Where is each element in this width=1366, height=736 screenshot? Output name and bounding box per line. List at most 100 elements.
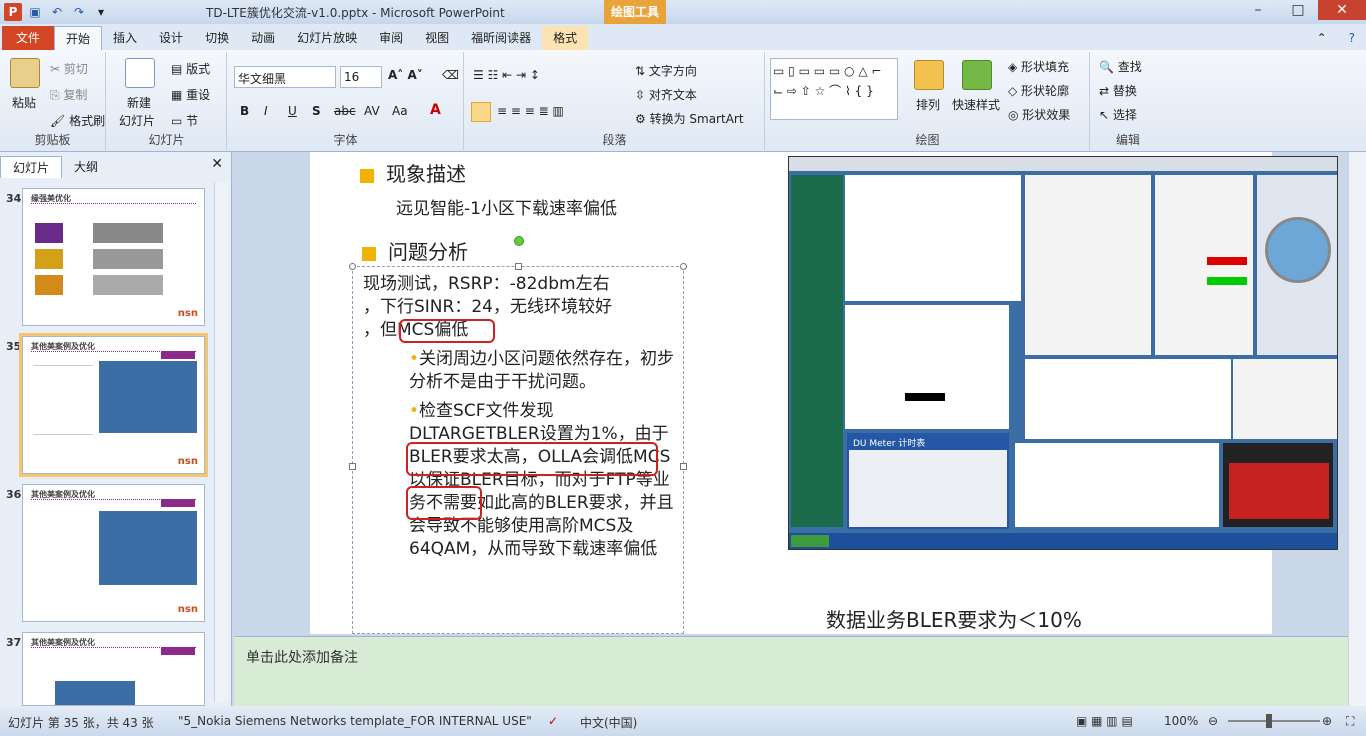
- cut-button[interactable]: ✂ 剪切: [50, 60, 88, 77]
- text-direction-button[interactable]: ⇅ 文字方向: [635, 62, 697, 79]
- clear-format-icon[interactable]: ⌫: [442, 68, 459, 82]
- clipboard-group-label: 剪贴板: [34, 133, 71, 147]
- slide-count-status: 幻灯片 第 35 张，共 43 张: [8, 716, 154, 730]
- slides-group-label: 幻灯片: [148, 133, 185, 147]
- title-bar: P ▣ ↶ ↷ ▾ TD-LTE簇优化交流-v1.0.pptx - Micros…: [0, 0, 1366, 24]
- slides-pane-scrollbar[interactable]: [214, 182, 228, 702]
- normal-view-icon[interactable]: ▣ ▦ ▥ ▤: [1076, 714, 1133, 728]
- zoom-out-button[interactable]: ⊖: [1208, 714, 1218, 728]
- shape-outline-button[interactable]: ◇ 形状轮廓: [1008, 82, 1069, 99]
- paste-icon[interactable]: [10, 58, 40, 88]
- tab-format[interactable]: 格式: [542, 26, 589, 50]
- slide-thumbnail-35[interactable]: 其他美案例及优化 nsn: [19, 333, 208, 477]
- spellcheck-icon[interactable]: ✓: [548, 714, 558, 728]
- tab-slideshow[interactable]: 幻灯片放映: [286, 26, 368, 50]
- find-button[interactable]: 🔍 查找: [1099, 58, 1142, 75]
- powerpoint-logo-icon[interactable]: P: [4, 3, 22, 21]
- new-slide-button[interactable]: 新建: [127, 94, 151, 111]
- customize-qat-icon[interactable]: ▾: [92, 3, 110, 21]
- vertical-scrollbar[interactable]: [1348, 152, 1366, 706]
- tab-outline[interactable]: 大纲: [62, 156, 110, 178]
- close-button[interactable]: ✕: [1318, 0, 1366, 20]
- bullet-1: •关闭周边小区问题依然存在，初步分析不是由于干扰问题。: [409, 349, 675, 392]
- shadow-button[interactable]: S: [312, 104, 321, 118]
- close-pane-icon[interactable]: ✕: [211, 156, 223, 172]
- paragraph-group-label: 段落: [602, 133, 627, 147]
- paste-button[interactable]: 粘贴: [12, 94, 36, 111]
- tab-animations[interactable]: 动画: [240, 26, 286, 50]
- new-slide-icon[interactable]: [125, 58, 155, 88]
- section-button[interactable]: ▭ 节: [171, 112, 198, 129]
- italic-button[interactable]: I: [264, 104, 268, 118]
- maximize-button[interactable]: □: [1278, 0, 1318, 20]
- heading-analysis: 问题分析: [362, 236, 468, 265]
- tab-view[interactable]: 视图: [414, 26, 460, 50]
- tab-transitions[interactable]: 切换: [194, 26, 240, 50]
- align-center-icon[interactable]: ≡ ≡ ≡ ≣ ▥: [497, 104, 564, 118]
- tab-home[interactable]: 开始: [54, 26, 103, 50]
- tab-review[interactable]: 审阅: [368, 26, 414, 50]
- tab-slides[interactable]: 幻灯片: [0, 156, 63, 178]
- quick-styles-button[interactable]: 快速样式: [952, 96, 1000, 113]
- font-name-select[interactable]: 华文细黑: [234, 66, 336, 88]
- zoom-slider-thumb[interactable]: [1266, 714, 1272, 728]
- minimize-button[interactable]: –: [1238, 0, 1278, 20]
- editing-group-label: 编辑: [1115, 133, 1140, 147]
- font-size-select[interactable]: 16: [340, 66, 382, 88]
- zoom-level[interactable]: 100%: [1164, 714, 1198, 728]
- arrange-icon[interactable]: [914, 60, 944, 90]
- measure-line-1: 现场测试，RSRP：-82dbm左右: [363, 274, 610, 294]
- align-text-button[interactable]: ⇳ 对齐文本: [635, 86, 697, 103]
- fit-to-window-icon[interactable]: ⛶: [1346, 714, 1354, 729]
- ribbon-tabs: 文件 开始 插入 设计 切换 动画 幻灯片放映 审阅 视图 福昕阅读器 格式 ⌃…: [0, 24, 1366, 50]
- zoom-in-button[interactable]: ⊕: [1322, 714, 1332, 728]
- slide-thumbnail-36[interactable]: 其他美案例及优化 nsn: [22, 484, 205, 622]
- olla-red-box: [406, 486, 482, 520]
- quick-styles-icon[interactable]: [962, 60, 992, 90]
- change-case-icon[interactable]: Aa: [392, 104, 408, 118]
- slides-pane: 幻灯片 大纲 ✕ 34 缘强美优化 nsn 35 其他美案例及优化 nsn 36…: [0, 152, 232, 706]
- format-painter-button[interactable]: 🖌 格式刷: [50, 112, 105, 129]
- tab-design[interactable]: 设计: [148, 26, 194, 50]
- zoom-slider[interactable]: [1228, 720, 1320, 722]
- select-button[interactable]: ↖ 选择: [1099, 106, 1137, 123]
- grow-font-icon[interactable]: A˄ A˅: [388, 68, 423, 82]
- tab-insert[interactable]: 插入: [102, 26, 148, 50]
- replace-button[interactable]: ⇄ 替换: [1099, 82, 1137, 99]
- notes-pane[interactable]: 单击此处添加备注: [234, 636, 1348, 706]
- slide-thumbnail-37[interactable]: 其他美案例及优化: [22, 632, 205, 706]
- arrange-button[interactable]: 排列: [916, 96, 940, 113]
- tab-foxit[interactable]: 福昕阅读器: [460, 26, 542, 50]
- font-group-label: 字体: [333, 133, 358, 147]
- ribbon-minimize-icon[interactable]: ⌃: [1306, 26, 1338, 50]
- measure-line-2: ，下行SINR：24，无线环境较好: [363, 297, 612, 317]
- undo-icon[interactable]: ↶: [48, 3, 66, 21]
- reset-button[interactable]: ▦ 重设: [171, 86, 210, 103]
- copy-button[interactable]: ⎘ 复制: [50, 86, 87, 103]
- char-spacing-icon[interactable]: AV: [364, 104, 380, 118]
- slides-group: 新建 幻灯片 ▤ 版式 ▦ 重设 ▭ 节 幻灯片: [107, 52, 227, 150]
- save-icon[interactable]: ▣: [26, 3, 44, 21]
- new-slide-dropdown[interactable]: 幻灯片: [119, 112, 155, 129]
- tab-file[interactable]: 文件: [2, 26, 55, 50]
- bullets-icon[interactable]: ☰ ☷ ⇤ ⇥ ↕: [473, 68, 540, 82]
- font-color-icon[interactable]: A: [430, 102, 441, 118]
- rotate-handle[interactable]: [514, 236, 524, 246]
- underline-button[interactable]: U: [288, 104, 297, 118]
- strikethrough-button[interactable]: abc: [334, 104, 356, 118]
- notes-placeholder: 单击此处添加备注: [246, 650, 358, 666]
- bullet-2: •检查SCF文件发现 DLTARGETBLER设置为1%，由于BLER要求太高，…: [409, 401, 674, 559]
- shapes-gallery[interactable]: ▭ ▯ ▭ ▭ ▭ ○ △ ⌐ ⌙ ⇨ ⇧ ☆ ⌒ ⌇ { }: [770, 58, 898, 120]
- redo-icon[interactable]: ↷: [70, 3, 88, 21]
- layout-button[interactable]: ▤ 版式: [171, 60, 210, 77]
- slide-thumbnail-34[interactable]: 缘强美优化 nsn: [22, 188, 205, 326]
- shape-effects-button[interactable]: ◎ 形状效果: [1008, 106, 1070, 123]
- help-icon[interactable]: ?: [1338, 26, 1366, 50]
- smartart-button[interactable]: ⚙ 转换为 SmartArt: [635, 110, 744, 127]
- bold-button[interactable]: B: [240, 104, 249, 118]
- language-status[interactable]: 中文(中国): [580, 714, 637, 731]
- align-left-button[interactable]: [471, 102, 491, 122]
- shape-fill-button[interactable]: ◈ 形状填充: [1008, 58, 1069, 75]
- window-title: TD-LTE簇优化交流-v1.0.pptx - Microsoft PowerP…: [206, 6, 505, 20]
- template-name-status: "5_Nokia Siemens Networks template_FOR I…: [178, 714, 532, 728]
